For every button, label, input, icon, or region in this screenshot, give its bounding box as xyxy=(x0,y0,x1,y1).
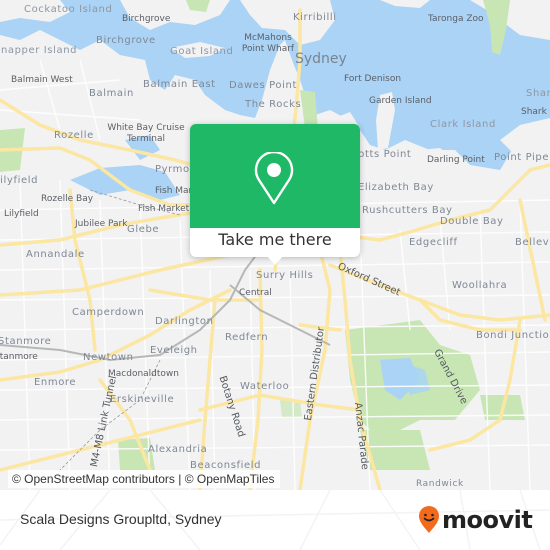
map-pin-icon xyxy=(254,152,294,205)
map-label-double-bay: Double Bay xyxy=(440,216,504,227)
moovit-logo[interactable]: moovit xyxy=(418,505,533,535)
map-label-rozelle-bay: Rozelle Bay xyxy=(41,194,94,204)
map-label-fort-denison: Fort Denison xyxy=(344,74,402,84)
map-label-birchgrove-small: Birchgrove xyxy=(122,14,171,24)
map-label-garden-island: Garden Island xyxy=(369,96,432,106)
map-label-erskineville: Erskineville xyxy=(110,394,175,405)
map-label-redfern: Redfern xyxy=(225,332,269,343)
map-label-balmain-east: Balmain East xyxy=(143,79,216,90)
map-label-newtown: Newtown xyxy=(83,352,134,363)
map-label-rozelle: Rozelle xyxy=(54,130,94,141)
map-label-stanmore-station: Stanmore xyxy=(0,352,38,362)
map-label-potts-point: Potts Point xyxy=(352,149,412,160)
map-label-surry-hills: Surry Hills xyxy=(256,270,314,281)
map-label-camperdown: Camperdown xyxy=(72,307,145,318)
map-label-dawes-point: Dawes Point xyxy=(229,80,297,91)
map-label-rushcutters-bay: Rushcutters Bay xyxy=(362,205,453,216)
map-label-glebe: Glebe xyxy=(127,224,160,235)
moovit-wordmark: moovit xyxy=(442,506,533,534)
map-label-shark-island: Shark Is xyxy=(521,107,550,117)
map-label-mcmahons-point: McMahons Point Wharf xyxy=(241,33,295,54)
map-attribution[interactable]: © OpenStreetMap contributors | © OpenMap… xyxy=(8,470,281,488)
map-label-enmore: Enmore xyxy=(34,377,77,388)
map[interactable]: Cockatoo Island Birchgrove Birchgrove Sn… xyxy=(0,0,550,490)
map-label-shark: Shar xyxy=(526,88,550,99)
map-label-eveleigh: Eveleigh xyxy=(150,345,198,356)
map-label-balmain: Balmain xyxy=(89,88,134,99)
map-label-white-bay-cruise-terminal: White Bay Cruise Terminal xyxy=(107,123,185,144)
map-label-jubilee-park: Jubilee Park xyxy=(75,219,128,229)
map-label-lilyfield: Lilyfield xyxy=(4,209,39,219)
map-label-birchgrove: Birchgrove xyxy=(96,35,156,46)
map-label-goat-island: Goat Island xyxy=(170,46,234,57)
map-label-sydney: Sydney xyxy=(295,51,347,67)
map-label-snapper-island: Snapper Island xyxy=(0,45,78,56)
map-label-alexandria: Alexandria xyxy=(148,444,208,455)
map-label-point-piper: Point Piper xyxy=(494,152,550,163)
map-label-clark-island: Clark Island xyxy=(430,119,496,130)
moovit-smile-pin-icon xyxy=(419,506,439,533)
map-label-annandale: Annandale xyxy=(26,249,85,260)
map-label-stanmore: Stanmore xyxy=(0,336,52,347)
map-label-kirribilli: Kirribilli xyxy=(293,12,337,23)
map-label-darlington: Darlington xyxy=(155,316,214,327)
take-me-there-popup[interactable]: Take me there xyxy=(190,124,360,265)
map-label-balmain-west: Balmain West xyxy=(11,75,73,85)
map-label-central: Central xyxy=(239,288,272,298)
map-label-randwick: Randwick xyxy=(416,479,464,489)
map-label-waterloo: Waterloo xyxy=(240,381,290,392)
place-title: Scala Designs Groupltd, Sydney xyxy=(20,511,222,527)
map-label-edgecliff: Edgecliff xyxy=(409,237,458,248)
popup-header xyxy=(190,124,360,228)
map-label-darling-point: Darling Point xyxy=(427,155,485,165)
map-label-the-rocks: The Rocks xyxy=(245,99,302,110)
map-label-woollahra: Woollahra xyxy=(452,280,508,291)
popup-pointer xyxy=(266,255,284,265)
map-label-cockatoo-island: Cockatoo Island xyxy=(24,4,113,15)
map-label-taronga-zoo: Taronga Zoo xyxy=(428,14,484,24)
map-label-lilyfield-top: Lilyfield xyxy=(0,175,39,186)
map-label-elizabeth-bay: Elizabeth Bay xyxy=(358,182,434,193)
map-label-bellevue: Bellevue xyxy=(515,237,550,248)
take-me-there-button[interactable]: Take me there xyxy=(190,230,360,249)
map-label-bondi-junction: Bondi Junction xyxy=(476,330,550,341)
